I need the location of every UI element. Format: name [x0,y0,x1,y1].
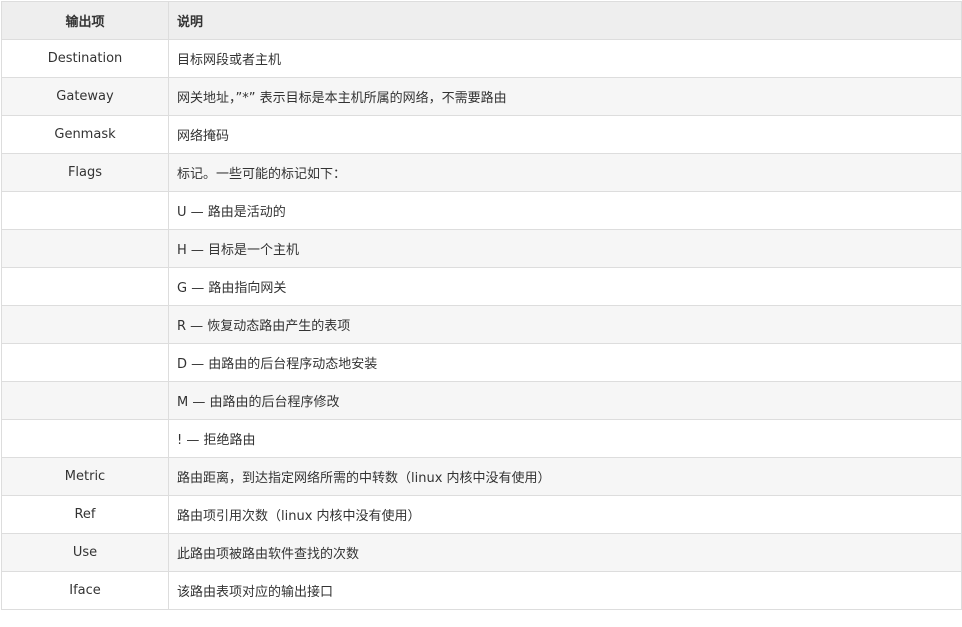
cell-output-item: Flags [1,153,169,192]
table-row: R — 恢复动态路由产生的表项 [1,305,962,344]
table-row: Ref 路由项引用次数（linux 内核中没有使用） [1,495,962,534]
table-row: G — 路由指向网关 [1,267,962,306]
cell-description: D — 由路由的后台程序动态地安装 [168,343,962,382]
cell-output-item [1,419,169,458]
table-row: Genmask 网络掩码 [1,115,962,154]
cell-description: M — 由路由的后台程序修改 [168,381,962,420]
table-row: H — 目标是一个主机 [1,229,962,268]
cell-output-item: Ref [1,495,169,534]
cell-description: 网络掩码 [168,115,962,154]
table-row: Flags 标记。一些可能的标记如下： [1,153,962,192]
route-output-table: 输出项 说明 Destination 目标网段或者主机 Gateway 网关地址，”*… [1,1,962,610]
table-row: ! — 拒绝路由 [1,419,962,458]
header-description: 说明 [168,1,962,40]
cell-output-item [1,381,169,420]
cell-description: 路由距离，到达指定网络所需的中转数（linux 内核中没有使用） [168,457,962,496]
table-row: Iface 该路由表项对应的输出接口 [1,571,962,610]
table-row: U — 路由是活动的 [1,191,962,230]
table-row: Gateway 网关地址，”*” 表示目标是本主机所属的网络，不需要路由 [1,77,962,116]
cell-description: G — 路由指向网关 [168,267,962,306]
cell-output-item: Genmask [1,115,169,154]
cell-description: ! — 拒绝路由 [168,419,962,458]
cell-output-item: Destination [1,39,169,78]
cell-description: 该路由表项对应的输出接口 [168,571,962,610]
cell-output-item [1,343,169,382]
table-row: Destination 目标网段或者主机 [1,39,962,78]
table-row: D — 由路由的后台程序动态地安装 [1,343,962,382]
cell-description: H — 目标是一个主机 [168,229,962,268]
cell-description: 目标网段或者主机 [168,39,962,78]
cell-description: 此路由项被路由软件查找的次数 [168,533,962,572]
cell-output-item: Metric [1,457,169,496]
table-header: 输出项 说明 [1,1,962,40]
table-body: Destination 目标网段或者主机 Gateway 网关地址，”*” 表示目标是… [1,39,962,610]
cell-output-item: Gateway [1,77,169,116]
cell-description: 网关地址，”*” 表示目标是本主机所属的网络，不需要路由 [168,77,962,116]
table-row: Use 此路由项被路由软件查找的次数 [1,533,962,572]
header-output-item: 输出项 [1,1,169,40]
cell-output-item: Iface [1,571,169,610]
cell-description: R — 恢复动态路由产生的表项 [168,305,962,344]
table-row: M — 由路由的后台程序修改 [1,381,962,420]
cell-description: 路由项引用次数（linux 内核中没有使用） [168,495,962,534]
header-row: 输出项 说明 [1,1,962,40]
cell-output-item [1,305,169,344]
cell-output-item [1,267,169,306]
table-row: Metric 路由距离，到达指定网络所需的中转数（linux 内核中没有使用） [1,457,962,496]
cell-description: U — 路由是活动的 [168,191,962,230]
cell-output-item [1,191,169,230]
cell-output-item: Use [1,533,169,572]
cell-description: 标记。一些可能的标记如下： [168,153,962,192]
cell-output-item [1,229,169,268]
